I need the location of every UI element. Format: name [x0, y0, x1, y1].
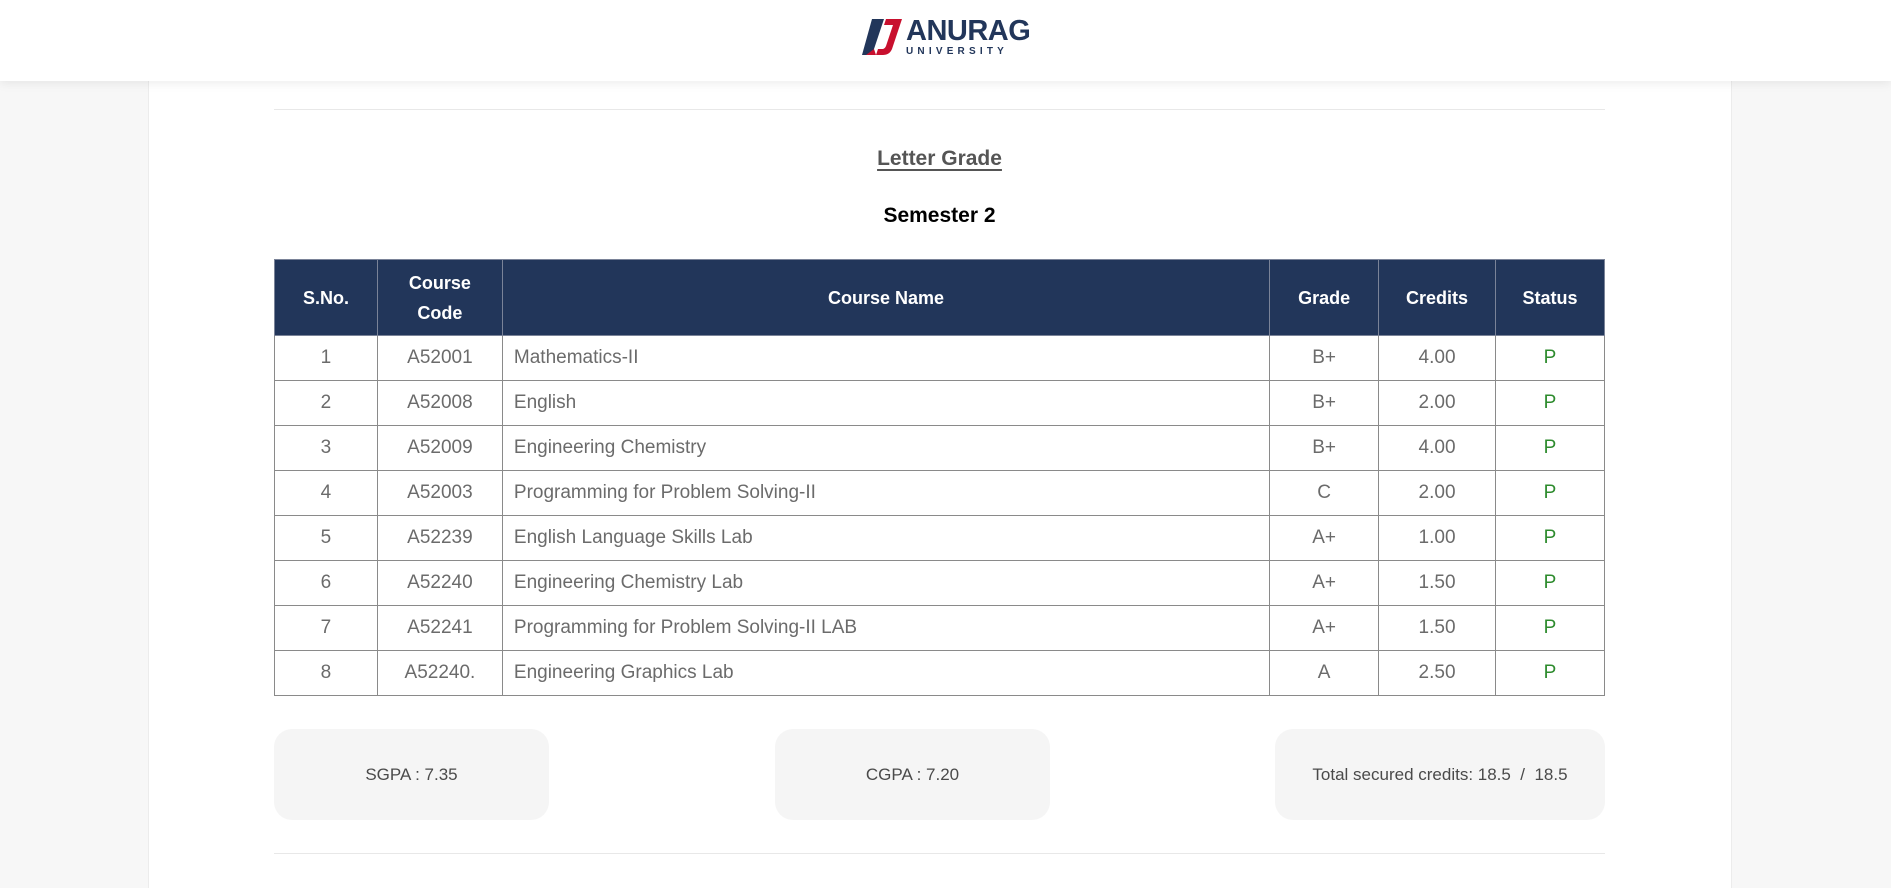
- cell-course-name: English: [501, 380, 1271, 426]
- cell-sno: 2: [274, 380, 378, 426]
- cell-credits: 2.50: [1378, 650, 1496, 696]
- cell-grade: A: [1269, 650, 1380, 696]
- cell-grade: B+: [1269, 380, 1380, 426]
- cgpa-value: CGPA : 7.20: [865, 764, 960, 784]
- cell-status: P: [1495, 425, 1605, 471]
- logo-subtitle: UNIVERSITY: [906, 46, 1009, 57]
- cell-credits: 1.50: [1378, 605, 1496, 651]
- cell-credits: 1.00: [1378, 515, 1496, 561]
- semester-heading: Semester 2: [883, 204, 996, 227]
- sgpa-value: SGPA : 7.35: [365, 764, 458, 784]
- cell-sno: 3: [274, 425, 378, 471]
- table-row: 2 A52008 English B+ 2.00 P: [274, 380, 1605, 426]
- cell-course-name: Engineering Chemistry Lab: [501, 560, 1271, 606]
- cell-status: P: [1495, 515, 1605, 561]
- cell-sno: 7: [274, 605, 378, 651]
- column-header-grade: Grade: [1269, 259, 1380, 336]
- cell-course-code: A52003: [376, 470, 503, 516]
- cell-sno: 1: [274, 335, 378, 381]
- sgpa-card: SGPA : 7.35: [274, 729, 549, 820]
- cell-course-code: A52001: [376, 335, 503, 381]
- table-row: 8 A52240. Engineering Graphics Lab A 2.5…: [274, 650, 1605, 696]
- cell-course-code: A52241: [376, 605, 503, 651]
- logo-mark-icon: [862, 19, 902, 55]
- top-header: ANURAG UNIVERSITY: [0, 0, 1891, 81]
- table-row: 3 A52009 Engineering Chemistry B+ 4.00 P: [274, 425, 1605, 471]
- cell-course-name: Engineering Graphics Lab: [501, 650, 1271, 696]
- total-credits-value: Total secured credits: 18.5 / 18.5: [1312, 764, 1568, 784]
- cell-status: P: [1495, 470, 1605, 516]
- cell-status: P: [1495, 560, 1605, 606]
- cell-course-code: A52239: [376, 515, 503, 561]
- cell-status: P: [1495, 335, 1605, 381]
- cell-credits: 4.00: [1378, 425, 1496, 471]
- university-logo[interactable]: ANURAG UNIVERSITY: [862, 15, 1031, 57]
- cell-sno: 4: [274, 470, 378, 516]
- cell-course-name: Programming for Problem Solving-II LAB: [501, 605, 1271, 651]
- cell-credits: 2.00: [1378, 470, 1496, 516]
- table-header-row: S.No. Course Code Course Name Grade Cred…: [274, 259, 1605, 336]
- top-divider: [274, 109, 1605, 110]
- cell-credits: 4.00: [1378, 335, 1496, 381]
- cell-sno: 6: [274, 560, 378, 606]
- cell-status: P: [1495, 380, 1605, 426]
- cell-course-name: English Language Skills Lab: [501, 515, 1271, 561]
- cell-grade: B+: [1269, 335, 1380, 381]
- cell-credits: 2.00: [1378, 380, 1496, 426]
- column-header-credits: Credits: [1378, 259, 1496, 336]
- table-row: 7 A52241 Programming for Problem Solving…: [274, 605, 1605, 651]
- table-row: 1 A52001 Mathematics-II B+ 4.00 P: [274, 335, 1605, 381]
- cell-sno: 5: [274, 515, 378, 561]
- column-header-course-name: Course Name: [501, 259, 1271, 336]
- page-title: Letter Grade: [877, 147, 1002, 170]
- bottom-divider: [274, 853, 1605, 854]
- cell-course-name: Programming for Problem Solving-II: [501, 470, 1271, 516]
- cell-course-name: Engineering Chemistry: [501, 425, 1271, 471]
- cell-course-code: A52008: [376, 380, 503, 426]
- cgpa-card: CGPA : 7.20: [775, 729, 1050, 820]
- cell-grade: A+: [1269, 515, 1380, 561]
- total-credits-card: Total secured credits: 18.5 / 18.5: [1275, 729, 1605, 820]
- table-row: 5 A52239 English Language Skills Lab A+ …: [274, 515, 1605, 561]
- cell-grade: C: [1269, 470, 1380, 516]
- cell-course-name: Mathematics-II: [501, 335, 1271, 381]
- table-row: 6 A52240 Engineering Chemistry Lab A+ 1.…: [274, 560, 1605, 606]
- cell-course-code: A52240.: [376, 650, 503, 696]
- cell-grade: A+: [1269, 560, 1380, 606]
- cell-status: P: [1495, 605, 1605, 651]
- cell-course-code: A52240: [376, 560, 503, 606]
- grades-table: S.No. Course Code Course Name Grade Cred…: [274, 259, 1605, 696]
- cell-course-code: A52009: [376, 425, 503, 471]
- column-header-sno: S.No.: [274, 259, 378, 336]
- cell-credits: 1.50: [1378, 560, 1496, 606]
- cell-sno: 8: [274, 650, 378, 696]
- cell-grade: B+: [1269, 425, 1380, 471]
- table-row: 4 A52003 Programming for Problem Solving…: [274, 470, 1605, 516]
- column-header-course-code: Course Code: [376, 259, 503, 336]
- column-header-status: Status: [1495, 259, 1605, 336]
- cell-grade: A+: [1269, 605, 1380, 651]
- cell-status: P: [1495, 650, 1605, 696]
- logo-name: ANURAG: [906, 15, 1031, 47]
